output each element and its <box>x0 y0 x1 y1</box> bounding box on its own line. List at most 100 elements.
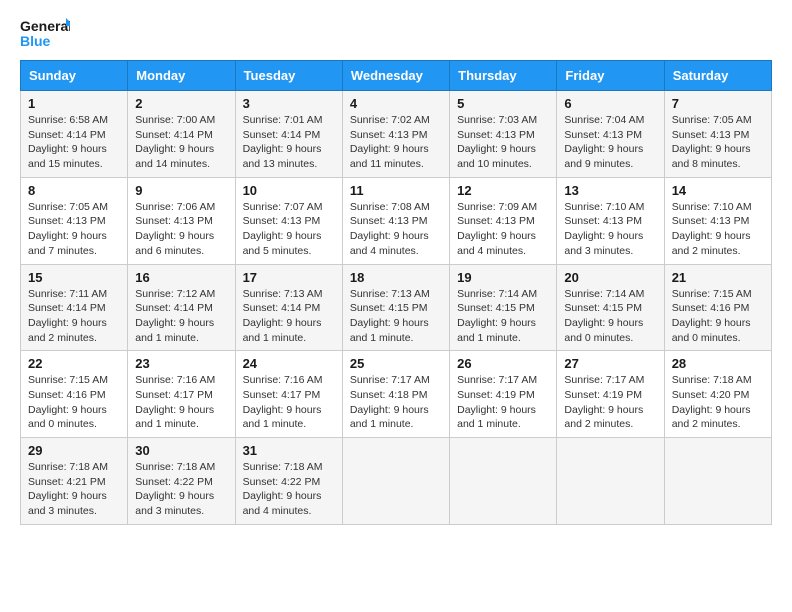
day-info: Sunrise: 7:09 AM Sunset: 4:13 PM Dayligh… <box>457 201 537 257</box>
day-number: 23 <box>135 356 227 371</box>
day-cell-17: 17 Sunrise: 7:13 AM Sunset: 4:14 PM Dayl… <box>235 264 342 351</box>
week-row-4: 22 Sunrise: 7:15 AM Sunset: 4:16 PM Dayl… <box>21 351 772 438</box>
day-number: 12 <box>457 183 549 198</box>
empty-cell-4-5 <box>557 438 664 525</box>
day-info: Sunrise: 7:16 AM Sunset: 4:17 PM Dayligh… <box>135 374 215 430</box>
svg-text:Blue: Blue <box>20 33 51 49</box>
day-cell-8: 8 Sunrise: 7:05 AM Sunset: 4:13 PM Dayli… <box>21 177 128 264</box>
day-info: Sunrise: 7:18 AM Sunset: 4:20 PM Dayligh… <box>672 374 752 430</box>
day-cell-2: 2 Sunrise: 7:00 AM Sunset: 4:14 PM Dayli… <box>128 91 235 178</box>
day-info: Sunrise: 7:03 AM Sunset: 4:13 PM Dayligh… <box>457 114 537 170</box>
header-tuesday: Tuesday <box>235 61 342 91</box>
day-info: Sunrise: 7:13 AM Sunset: 4:14 PM Dayligh… <box>243 288 323 344</box>
day-cell-22: 22 Sunrise: 7:15 AM Sunset: 4:16 PM Dayl… <box>21 351 128 438</box>
day-info: Sunrise: 7:13 AM Sunset: 4:15 PM Dayligh… <box>350 288 430 344</box>
day-number: 16 <box>135 270 227 285</box>
day-number: 31 <box>243 443 335 458</box>
day-cell-26: 26 Sunrise: 7:17 AM Sunset: 4:19 PM Dayl… <box>450 351 557 438</box>
header-thursday: Thursday <box>450 61 557 91</box>
day-cell-1: 1 Sunrise: 6:58 AM Sunset: 4:14 PM Dayli… <box>21 91 128 178</box>
day-cell-19: 19 Sunrise: 7:14 AM Sunset: 4:15 PM Dayl… <box>450 264 557 351</box>
day-info: Sunrise: 7:17 AM Sunset: 4:18 PM Dayligh… <box>350 374 430 430</box>
empty-cell-4-6 <box>664 438 771 525</box>
day-number: 6 <box>564 96 656 111</box>
day-number: 25 <box>350 356 442 371</box>
svg-text:General: General <box>20 18 70 34</box>
day-cell-24: 24 Sunrise: 7:16 AM Sunset: 4:17 PM Dayl… <box>235 351 342 438</box>
header-wednesday: Wednesday <box>342 61 449 91</box>
day-number: 11 <box>350 183 442 198</box>
day-info: Sunrise: 7:01 AM Sunset: 4:14 PM Dayligh… <box>243 114 323 170</box>
day-cell-11: 11 Sunrise: 7:08 AM Sunset: 4:13 PM Dayl… <box>342 177 449 264</box>
day-number: 13 <box>564 183 656 198</box>
day-number: 18 <box>350 270 442 285</box>
day-info: Sunrise: 7:14 AM Sunset: 4:15 PM Dayligh… <box>564 288 644 344</box>
page-header: General Blue <box>20 16 772 52</box>
day-number: 17 <box>243 270 335 285</box>
header-monday: Monday <box>128 61 235 91</box>
day-number: 19 <box>457 270 549 285</box>
calendar-table: SundayMondayTuesdayWednesdayThursdayFrid… <box>20 60 772 525</box>
day-cell-21: 21 Sunrise: 7:15 AM Sunset: 4:16 PM Dayl… <box>664 264 771 351</box>
day-number: 1 <box>28 96 120 111</box>
day-info: Sunrise: 7:17 AM Sunset: 4:19 PM Dayligh… <box>457 374 537 430</box>
day-number: 9 <box>135 183 227 198</box>
day-info: Sunrise: 7:07 AM Sunset: 4:13 PM Dayligh… <box>243 201 323 257</box>
day-number: 7 <box>672 96 764 111</box>
header-saturday: Saturday <box>664 61 771 91</box>
day-info: Sunrise: 7:18 AM Sunset: 4:22 PM Dayligh… <box>135 461 215 517</box>
day-cell-7: 7 Sunrise: 7:05 AM Sunset: 4:13 PM Dayli… <box>664 91 771 178</box>
day-cell-20: 20 Sunrise: 7:14 AM Sunset: 4:15 PM Dayl… <box>557 264 664 351</box>
day-cell-15: 15 Sunrise: 7:11 AM Sunset: 4:14 PM Dayl… <box>21 264 128 351</box>
day-number: 20 <box>564 270 656 285</box>
week-row-1: 1 Sunrise: 6:58 AM Sunset: 4:14 PM Dayli… <box>21 91 772 178</box>
day-number: 27 <box>564 356 656 371</box>
day-info: Sunrise: 7:18 AM Sunset: 4:21 PM Dayligh… <box>28 461 108 517</box>
day-info: Sunrise: 7:14 AM Sunset: 4:15 PM Dayligh… <box>457 288 537 344</box>
day-cell-12: 12 Sunrise: 7:09 AM Sunset: 4:13 PM Dayl… <box>450 177 557 264</box>
day-cell-23: 23 Sunrise: 7:16 AM Sunset: 4:17 PM Dayl… <box>128 351 235 438</box>
day-info: Sunrise: 7:06 AM Sunset: 4:13 PM Dayligh… <box>135 201 215 257</box>
day-info: Sunrise: 7:00 AM Sunset: 4:14 PM Dayligh… <box>135 114 215 170</box>
day-number: 30 <box>135 443 227 458</box>
day-number: 24 <box>243 356 335 371</box>
day-number: 2 <box>135 96 227 111</box>
day-number: 15 <box>28 270 120 285</box>
day-info: Sunrise: 7:17 AM Sunset: 4:19 PM Dayligh… <box>564 374 644 430</box>
week-row-5: 29 Sunrise: 7:18 AM Sunset: 4:21 PM Dayl… <box>21 438 772 525</box>
day-number: 5 <box>457 96 549 111</box>
day-number: 8 <box>28 183 120 198</box>
day-info: Sunrise: 6:58 AM Sunset: 4:14 PM Dayligh… <box>28 114 108 170</box>
day-number: 10 <box>243 183 335 198</box>
day-info: Sunrise: 7:10 AM Sunset: 4:13 PM Dayligh… <box>672 201 752 257</box>
header-friday: Friday <box>557 61 664 91</box>
day-info: Sunrise: 7:02 AM Sunset: 4:13 PM Dayligh… <box>350 114 430 170</box>
empty-cell-4-4 <box>450 438 557 525</box>
day-number: 22 <box>28 356 120 371</box>
day-info: Sunrise: 7:16 AM Sunset: 4:17 PM Dayligh… <box>243 374 323 430</box>
day-cell-25: 25 Sunrise: 7:17 AM Sunset: 4:18 PM Dayl… <box>342 351 449 438</box>
day-cell-28: 28 Sunrise: 7:18 AM Sunset: 4:20 PM Dayl… <box>664 351 771 438</box>
day-cell-30: 30 Sunrise: 7:18 AM Sunset: 4:22 PM Dayl… <box>128 438 235 525</box>
day-cell-13: 13 Sunrise: 7:10 AM Sunset: 4:13 PM Dayl… <box>557 177 664 264</box>
week-row-3: 15 Sunrise: 7:11 AM Sunset: 4:14 PM Dayl… <box>21 264 772 351</box>
day-info: Sunrise: 7:05 AM Sunset: 4:13 PM Dayligh… <box>672 114 752 170</box>
day-number: 28 <box>672 356 764 371</box>
day-cell-29: 29 Sunrise: 7:18 AM Sunset: 4:21 PM Dayl… <box>21 438 128 525</box>
day-info: Sunrise: 7:08 AM Sunset: 4:13 PM Dayligh… <box>350 201 430 257</box>
calendar-header: SundayMondayTuesdayWednesdayThursdayFrid… <box>21 61 772 91</box>
day-cell-31: 31 Sunrise: 7:18 AM Sunset: 4:22 PM Dayl… <box>235 438 342 525</box>
day-info: Sunrise: 7:04 AM Sunset: 4:13 PM Dayligh… <box>564 114 644 170</box>
day-cell-14: 14 Sunrise: 7:10 AM Sunset: 4:13 PM Dayl… <box>664 177 771 264</box>
day-info: Sunrise: 7:15 AM Sunset: 4:16 PM Dayligh… <box>672 288 752 344</box>
day-number: 26 <box>457 356 549 371</box>
day-number: 14 <box>672 183 764 198</box>
empty-cell-4-3 <box>342 438 449 525</box>
day-cell-9: 9 Sunrise: 7:06 AM Sunset: 4:13 PM Dayli… <box>128 177 235 264</box>
day-info: Sunrise: 7:05 AM Sunset: 4:13 PM Dayligh… <box>28 201 108 257</box>
day-info: Sunrise: 7:10 AM Sunset: 4:13 PM Dayligh… <box>564 201 644 257</box>
day-number: 21 <box>672 270 764 285</box>
day-cell-18: 18 Sunrise: 7:13 AM Sunset: 4:15 PM Dayl… <box>342 264 449 351</box>
calendar-body: 1 Sunrise: 6:58 AM Sunset: 4:14 PM Dayli… <box>21 91 772 525</box>
day-cell-16: 16 Sunrise: 7:12 AM Sunset: 4:14 PM Dayl… <box>128 264 235 351</box>
